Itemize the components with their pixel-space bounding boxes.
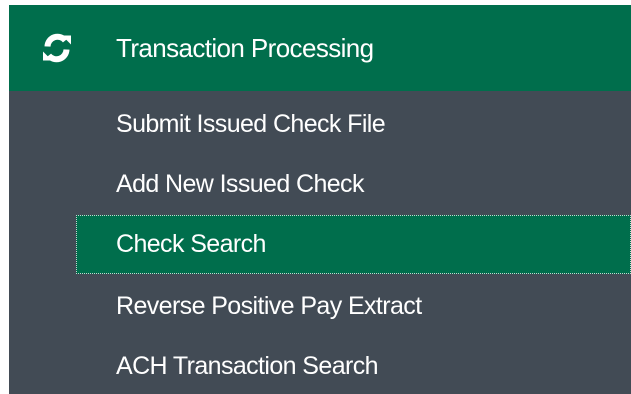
menu-item-check-search[interactable]: Check Search — [76, 215, 631, 274]
menu-item-label: Check Search — [116, 230, 266, 258]
page-frame: Transaction Processing Submit Issued Che… — [0, 0, 631, 394]
menu-item-label: ACH Transaction Search — [116, 352, 379, 380]
menu-item-add-new-issued-check[interactable]: Add New Issued Check — [9, 155, 631, 213]
menu-item-ach-transaction-search[interactable]: ACH Transaction Search — [9, 337, 631, 394]
side-navigation-panel: Transaction Processing Submit Issued Che… — [9, 5, 631, 394]
menu-item-reverse-positive-pay-extract[interactable]: Reverse Positive Pay Extract — [9, 277, 631, 335]
menu-item-label: Submit Issued Check File — [116, 110, 386, 138]
menu-item-label: Add New Issued Check — [116, 170, 364, 198]
refresh-icon — [40, 31, 74, 65]
section-title: Transaction Processing — [116, 33, 374, 63]
menu-item-label: Reverse Positive Pay Extract — [116, 292, 422, 320]
menu-item-submit-issued-check-file[interactable]: Submit Issued Check File — [9, 95, 631, 153]
transaction-processing-section-header[interactable]: Transaction Processing — [9, 5, 631, 91]
